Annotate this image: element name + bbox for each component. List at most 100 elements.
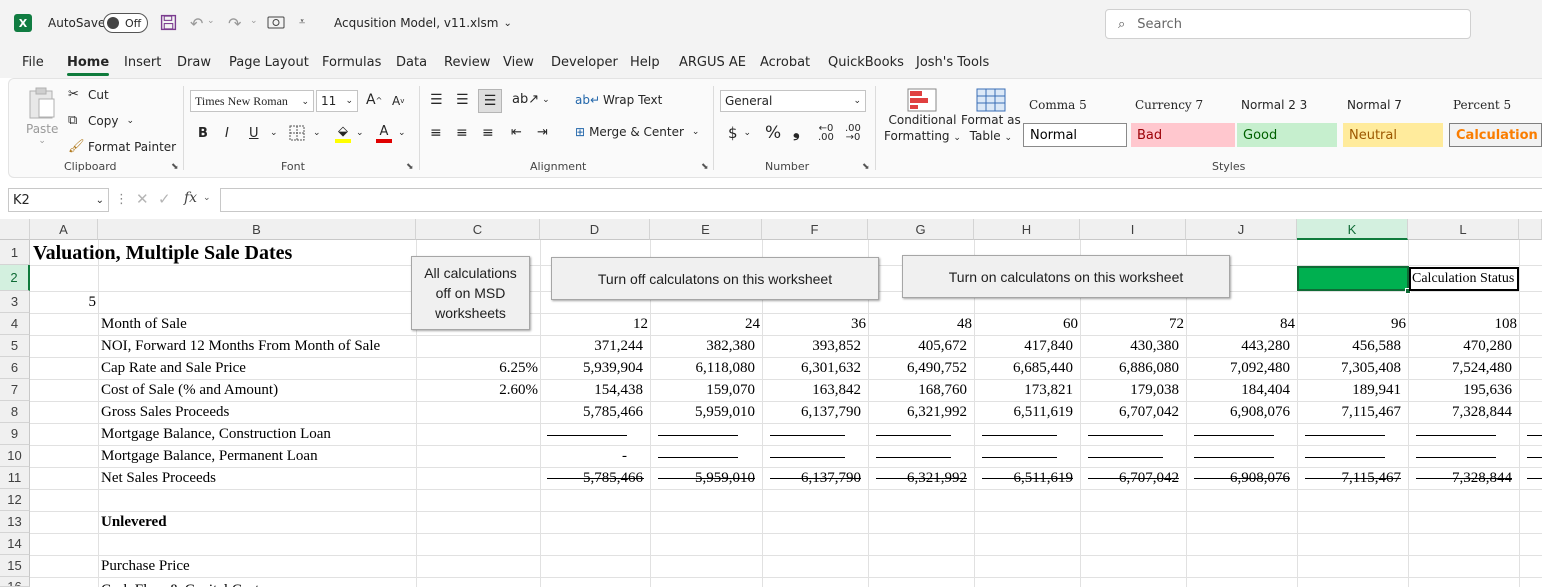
row-header-12[interactable]: 12 [0, 489, 30, 511]
camera-icon[interactable] [267, 14, 285, 30]
row-header-10[interactable]: 10 [0, 445, 30, 467]
tab-review[interactable]: Review [444, 55, 490, 70]
autosave-toggle[interactable]: Off [103, 13, 148, 33]
column-header-d[interactable]: D [540, 219, 650, 240]
worksheet-grid[interactable]: A B C D E F G H I J K L 1 2 3 4 5 6 7 8 … [0, 219, 1542, 587]
column-header-k[interactable]: K [1297, 219, 1408, 240]
align-right-icon[interactable]: ≡ [482, 125, 494, 141]
row-header-7[interactable]: 7 [0, 379, 30, 401]
tab-page-layout[interactable]: Page Layout [229, 55, 309, 70]
column-header-h[interactable]: H [974, 219, 1080, 240]
tab-quickbooks[interactable]: QuickBooks [828, 55, 904, 70]
calculation-status-indicator[interactable] [1297, 266, 1409, 291]
row-header-6[interactable]: 6 [0, 357, 30, 379]
chevron-down-icon[interactable]: ⌄ [203, 193, 211, 203]
format-as-table-button[interactable]: Format as Table ⌄ [961, 88, 1021, 146]
number-format-select[interactable]: General ⌄ [720, 90, 866, 112]
column-header-j[interactable]: J [1186, 219, 1297, 240]
cancel-icon[interactable]: ✕ [136, 190, 149, 208]
font-size-select[interactable]: 11 ⌄ [316, 90, 358, 112]
align-bottom-icon[interactable]: ☰ [478, 89, 502, 113]
chevron-down-icon[interactable]: ⌄ [270, 128, 278, 138]
tab-data[interactable]: Data [396, 55, 427, 70]
percent-button[interactable]: % [765, 123, 781, 143]
paste-button[interactable]: Paste ⌄ [26, 86, 58, 146]
align-center-icon[interactable]: ≡ [456, 125, 468, 141]
tab-formulas[interactable]: Formulas [322, 55, 381, 70]
tab-help[interactable]: Help [630, 55, 660, 70]
style-calculation[interactable]: Calculation [1449, 123, 1542, 147]
style-percent5[interactable]: Percent 5 [1453, 98, 1511, 112]
underline-button[interactable]: U [249, 126, 259, 141]
tab-acrobat[interactable]: Acrobat [760, 55, 810, 70]
copy-button[interactable]: ⧉ Copy ⌄ [68, 113, 134, 128]
redo-icon[interactable]: ↷ [228, 14, 241, 33]
file-title[interactable]: Acqusition Model, v11.xlsm ⌄ [334, 16, 512, 30]
dialog-launcher-icon[interactable]: ⬊ [701, 162, 709, 172]
row-header-5[interactable]: 5 [0, 335, 30, 357]
column-header-a[interactable]: A [30, 219, 98, 240]
turn-on-calculations-button[interactable]: Turn on calculatons on this worksheet [902, 255, 1230, 298]
undo-dropdown-icon[interactable]: ⌄ [207, 16, 215, 26]
column-header-f[interactable]: F [762, 219, 868, 240]
increase-decimal-icon[interactable]: ←0.00 [818, 124, 834, 143]
dialog-launcher-icon[interactable]: ⬊ [406, 162, 414, 172]
enter-icon[interactable]: ✓ [158, 190, 171, 208]
name-box[interactable]: K2 ⌄ [8, 188, 109, 212]
row-header-4[interactable]: 4 [0, 313, 30, 335]
customize-toolbar-icon[interactable]: ⩡ [299, 15, 305, 29]
style-good[interactable]: Good [1237, 123, 1337, 147]
chevron-down-icon[interactable]: ⌄ [398, 128, 406, 138]
align-top-icon[interactable]: ☰ [430, 92, 443, 108]
msd-calculations-off-button[interactable]: All calculations off on MSD worksheets [411, 256, 530, 330]
wrap-text-button[interactable]: ab↵ Wrap Text [575, 93, 662, 107]
style-comma5[interactable]: Comma 5 [1029, 98, 1087, 112]
redo-dropdown-icon[interactable]: ⌄ [250, 16, 258, 26]
increase-indent-icon[interactable]: ⇥ [537, 125, 548, 140]
italic-button[interactable]: I [225, 126, 229, 141]
currency-button[interactable]: $ ⌄ [728, 124, 751, 142]
save-icon[interactable] [160, 14, 177, 31]
conditional-formatting-button[interactable]: Conditional Formatting ⌄ [884, 88, 961, 146]
select-all-corner[interactable] [0, 219, 30, 240]
borders-icon[interactable] [289, 125, 305, 141]
tab-home[interactable]: Home [67, 55, 110, 76]
style-normal7[interactable]: Normal 7 [1347, 98, 1402, 112]
tab-draw[interactable]: Draw [177, 55, 211, 70]
bold-button[interactable]: B [198, 126, 208, 141]
style-currency7[interactable]: Currency 7 [1135, 98, 1203, 112]
increase-font-icon[interactable]: A ^ [366, 92, 382, 108]
turn-off-calculations-button[interactable]: Turn off calculatons on this worksheet [551, 257, 879, 300]
undo-icon[interactable]: ↶ [190, 14, 203, 33]
column-header-l[interactable]: L [1408, 219, 1519, 240]
tab-view[interactable]: View [503, 55, 534, 70]
row-header-1[interactable]: 1 [0, 240, 30, 265]
tab-insert[interactable]: Insert [124, 55, 161, 70]
comma-style-button[interactable]: ❟ [793, 122, 800, 142]
decrease-indent-icon[interactable]: ⇤ [511, 125, 522, 140]
format-painter-button[interactable]: 🖌 Format Painter [68, 139, 176, 154]
row-header-8[interactable]: 8 [0, 401, 30, 423]
row-header-13[interactable]: 13 [0, 511, 30, 533]
more-options-icon[interactable]: ⋮ [115, 192, 128, 207]
tab-argus-ae[interactable]: ARGUS AE [679, 55, 746, 70]
row-header-2[interactable]: 2 [0, 265, 30, 291]
style-bad[interactable]: Bad [1131, 123, 1235, 147]
style-normal23[interactable]: Normal 2 3 [1241, 98, 1307, 112]
font-name-select[interactable]: Times New Roman ⌄ [190, 90, 314, 112]
decrease-decimal-icon[interactable]: .00 →0 [845, 124, 861, 143]
row-header-3[interactable]: 3 [0, 291, 30, 313]
font-color-icon[interactable]: A [376, 124, 392, 143]
column-header-g[interactable]: G [868, 219, 974, 240]
fill-color-icon[interactable]: ⬙ [335, 124, 351, 143]
row-header-9[interactable]: 9 [0, 423, 30, 445]
row-header-16[interactable]: 16 [0, 577, 30, 587]
tab-developer[interactable]: Developer [551, 55, 618, 70]
row-header-11[interactable]: 11 [0, 467, 30, 489]
align-middle-icon[interactable]: ☰ [456, 92, 469, 108]
tab-joshs-tools[interactable]: Josh's Tools [916, 55, 989, 70]
column-header-i[interactable]: I [1080, 219, 1186, 240]
dialog-launcher-icon[interactable]: ⬊ [171, 162, 179, 172]
column-header-m[interactable] [1519, 219, 1542, 240]
tab-file[interactable]: File [22, 55, 44, 70]
